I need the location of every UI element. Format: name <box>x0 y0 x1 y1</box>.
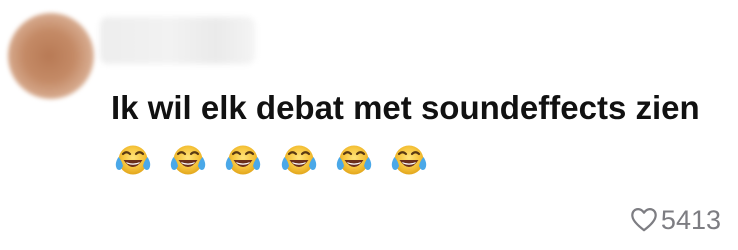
face-with-tears-of-joy-icon <box>226 145 261 175</box>
comment-text: Ik wil elk debat met soundeffects zien <box>111 89 700 126</box>
avatar[interactable] <box>8 13 94 99</box>
face-with-tears-of-joy-icon <box>115 145 151 175</box>
face-with-tears-of-joy-icon <box>336 145 371 175</box>
username-blurred[interactable] <box>100 17 255 64</box>
like-count: 5413 <box>660 205 721 235</box>
like-button[interactable]: 5413 <box>630 205 721 235</box>
face-with-tears-of-joy-icon <box>170 145 206 175</box>
face-with-tears-of-joy-icon <box>281 145 316 175</box>
face-with-tears-of-joy-icon <box>391 145 427 175</box>
comment-body: Ik wil elk debat met soundeffects zien <box>111 86 701 180</box>
heart-outline-icon <box>631 208 657 232</box>
comment-item: Ik wil elk debat met soundeffects zien 5… <box>0 0 738 250</box>
emoji-row <box>113 136 435 180</box>
